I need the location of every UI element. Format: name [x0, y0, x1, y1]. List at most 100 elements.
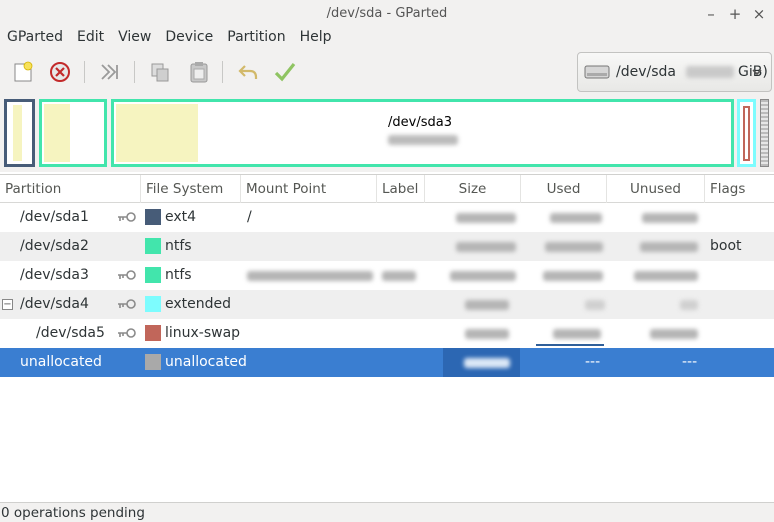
close-button[interactable]: × [752, 0, 766, 28]
diskmap-sda5[interactable] [743, 106, 750, 161]
col-mountpoint[interactable]: Mount Point [241, 175, 377, 203]
key-icon [118, 270, 136, 280]
undo-button[interactable] [233, 57, 263, 87]
col-used[interactable]: Used [521, 175, 607, 203]
filesystem-color-swatch [145, 238, 161, 254]
copy-button[interactable] [145, 57, 175, 87]
paste-button[interactable] [184, 57, 214, 87]
filesystem-color-swatch [145, 296, 161, 312]
key-icon [118, 212, 136, 222]
filesystem-type: linux-swap [165, 325, 241, 341]
unused-blurred [640, 242, 698, 252]
maximize-button[interactable]: + [728, 0, 742, 28]
size-blurred [456, 242, 516, 252]
diskmap-sda3[interactable] [111, 99, 734, 167]
filesystem-type: extended [165, 296, 232, 312]
apply-button[interactable] [270, 57, 300, 87]
paste-icon [190, 62, 208, 83]
unused-blurred [650, 329, 698, 339]
table-row[interactable]: − /dev/sda4 extended [0, 290, 774, 319]
partition-name: /dev/sda4 [20, 296, 89, 312]
diskmap-sda3-label: /dev/sda3 [388, 115, 452, 130]
col-unused[interactable]: Unused [607, 175, 705, 203]
harddisk-icon [584, 65, 610, 79]
partition-name: /dev/sda3 [20, 267, 89, 283]
title-bar: /dev/sda - GParted – + × [0, 0, 774, 28]
used-usage-bar [536, 344, 604, 346]
mount-point: / [247, 209, 252, 225]
diskmap-sda2[interactable] [39, 99, 107, 167]
key-icon [118, 328, 136, 338]
device-size-blurred [685, 66, 734, 78]
used-blurred [550, 213, 602, 223]
collapse-expander[interactable]: − [2, 299, 13, 310]
menu-gparted[interactable]: GParted [0, 28, 70, 48]
used-blurred [553, 329, 601, 339]
diskmap-sda1[interactable] [4, 99, 35, 167]
table-row[interactable]: /dev/sda2 ntfs boot [0, 232, 774, 261]
device-selector[interactable]: /dev/sda GiB) [577, 52, 772, 92]
label-blurred [382, 271, 416, 281]
resize-move-button[interactable] [95, 57, 125, 87]
menu-device[interactable]: Device [158, 28, 220, 48]
col-label[interactable]: Label [377, 175, 425, 203]
size-blurred [465, 300, 509, 310]
diskmap-sda4[interactable] [737, 99, 756, 167]
key-icon [118, 299, 136, 309]
menu-bar: GParted Edit View Device Partition Help [0, 28, 774, 48]
window-controls: – + × [704, 0, 766, 28]
col-flags[interactable]: Flags [705, 175, 774, 203]
window-title: /dev/sda - GParted [326, 6, 448, 21]
filesystem-color-swatch [145, 267, 161, 283]
partition-name: /dev/sda5 [36, 325, 105, 341]
filesystem-type: ext4 [165, 209, 197, 225]
filesystem-color-swatch [145, 325, 161, 341]
table-row[interactable]: /dev/sda1 ext4 / [0, 203, 774, 232]
apply-icon [274, 63, 296, 82]
unused-blurred [680, 300, 698, 310]
mount-point-blurred [247, 271, 373, 281]
unused-blurred [634, 271, 698, 281]
used-blurred [545, 242, 603, 252]
used-blurred [585, 300, 605, 310]
toolbar-separator [84, 61, 85, 83]
status-bar: 0 operations pending [0, 502, 774, 522]
size-blurred [456, 213, 516, 223]
used-blurred [543, 271, 603, 281]
size-blurred [464, 358, 510, 368]
filesystem-color-swatch [145, 209, 161, 225]
menu-partition[interactable]: Partition [220, 28, 292, 48]
toolbar-separator [134, 61, 135, 83]
resize-move-icon [101, 64, 118, 80]
diskmap-unallocated[interactable] [760, 99, 769, 167]
new-icon [14, 61, 33, 82]
table-row[interactable]: /dev/sda3 ntfs [0, 261, 774, 290]
table-row-selected[interactable]: unallocated unallocated --- --- [0, 348, 774, 377]
delete-icon [50, 62, 70, 82]
table-row[interactable]: /dev/sda5 linux-swap [0, 319, 774, 348]
delete-button[interactable] [45, 57, 75, 87]
filesystem-type: unallocated [165, 354, 247, 370]
filesystem-type: ntfs [165, 267, 192, 283]
partition-name: /dev/sda2 [20, 238, 89, 254]
menu-help[interactable]: Help [293, 28, 339, 48]
toolbar-separator [222, 61, 223, 83]
minimize-button[interactable]: – [704, 0, 718, 28]
col-size[interactable]: Size [425, 175, 521, 203]
used-value: --- [585, 354, 601, 370]
copy-icon [151, 63, 169, 82]
col-partition[interactable]: Partition [0, 175, 141, 203]
unused-blurred [642, 213, 698, 223]
partition-flags: boot [710, 238, 742, 254]
partition-name: unallocated [20, 354, 102, 370]
undo-icon [238, 65, 258, 79]
filesystem-color-swatch [145, 354, 161, 370]
filesystem-type: ntfs [165, 238, 192, 254]
new-button[interactable] [8, 57, 38, 87]
menu-view[interactable]: View [111, 28, 158, 48]
menu-edit[interactable]: Edit [70, 28, 111, 48]
table-header: Partition File System Mount Point Label … [0, 175, 774, 203]
diskmap-sda3-size-blurred [388, 135, 458, 145]
col-filesystem[interactable]: File System [141, 175, 241, 203]
status-text: 0 operations pending [1, 505, 145, 521]
